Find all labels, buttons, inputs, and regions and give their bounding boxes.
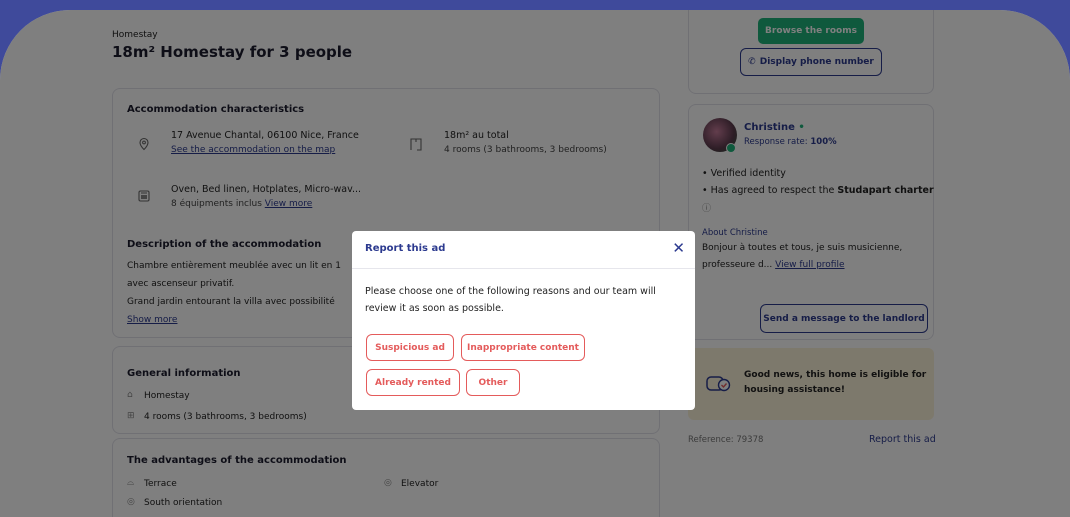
report-modal: Report this ad ✕ Please choose one of th… (352, 231, 695, 410)
modal-description: Please choose one of the following reaso… (365, 286, 656, 314)
reason-already-rented-button[interactable]: Already rented (366, 369, 460, 396)
modal-title: Report this ad (365, 243, 446, 254)
reason-inappropriate-content-button[interactable]: Inappropriate content (461, 334, 585, 361)
reason-other-button[interactable]: Other (466, 369, 520, 396)
modal-header: Report this ad ✕ (352, 231, 695, 269)
close-icon[interactable]: ✕ (672, 239, 685, 257)
reason-suspicious-ad-button[interactable]: Suspicious ad (366, 334, 454, 361)
